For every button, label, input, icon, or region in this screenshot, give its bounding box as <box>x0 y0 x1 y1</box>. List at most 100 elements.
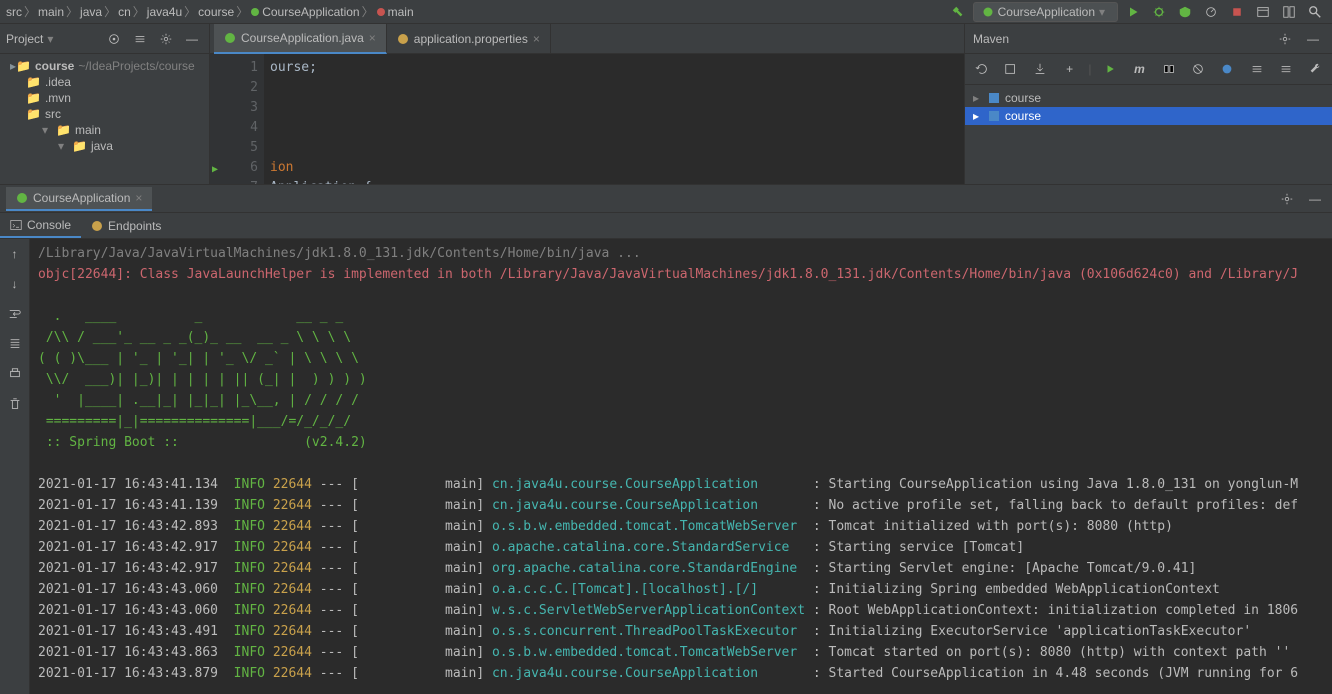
tree-node[interactable]: 📁.idea <box>0 74 209 90</box>
folder-icon: 📁 <box>26 75 41 89</box>
endpoints-tab[interactable]: Endpoints <box>81 215 171 237</box>
run-gutter: ↑ ↓ <box>0 239 30 694</box>
tree-node[interactable]: ▾📁java <box>0 138 209 154</box>
hide-icon[interactable]: — <box>181 28 203 50</box>
editor-tab-label: CourseApplication.java <box>241 31 364 45</box>
run-subtabs: Console Endpoints <box>0 213 1332 239</box>
editor-area[interactable]: 1 2 3 4 5 ▶6 ▶7 ourse; ion Application { <box>210 54 964 184</box>
breadcrumb-sep: 〉 <box>133 3 145 20</box>
collapse-all-icon[interactable] <box>1246 58 1267 80</box>
run-icon[interactable] <box>1122 1 1144 23</box>
breadcrumb-bar: src〉main〉java〉cn〉java4u〉course〉CourseApp… <box>0 0 1332 24</box>
gear-icon[interactable] <box>1276 188 1298 210</box>
maven-tree[interactable]: ▸ course ▸ course <box>965 85 1332 129</box>
tree-node[interactable]: ▾📁main <box>0 122 209 138</box>
locate-icon[interactable] <box>103 28 125 50</box>
hammer-icon[interactable] <box>947 1 969 23</box>
hide-icon[interactable]: — <box>1302 28 1324 50</box>
run-tab[interactable]: CourseApplication × <box>6 187 152 211</box>
breadcrumb-sep: 〉 <box>66 3 78 20</box>
breadcrumb: src〉main〉java〉cn〉java4u〉course〉CourseApp… <box>6 3 414 20</box>
gear-icon[interactable] <box>155 28 177 50</box>
search-icon[interactable] <box>1304 1 1326 23</box>
editor-tab-label: application.properties <box>414 32 528 46</box>
layout-icon[interactable] <box>1278 1 1300 23</box>
breadcrumb-item[interactable]: main <box>38 5 64 19</box>
editor-panel: CourseApplication.java × application.pro… <box>210 24 964 184</box>
breadcrumb-item[interactable]: src <box>6 5 22 19</box>
console-output[interactable]: /Library/Java/JavaVirtualMachines/jdk1.8… <box>30 239 1332 694</box>
editor-gutter: 1 2 3 4 5 ▶6 ▶7 <box>210 54 264 184</box>
coverage-icon[interactable] <box>1174 1 1196 23</box>
debug-icon[interactable] <box>1148 1 1170 23</box>
close-icon[interactable]: × <box>369 31 376 45</box>
maven-panel: Maven — + | m ▸ course ▸ <box>964 24 1332 184</box>
hide-icon[interactable]: — <box>1304 188 1326 210</box>
folder-icon: ▸📁 <box>10 59 31 73</box>
run-gutter-icon[interactable]: ▶ <box>212 180 218 184</box>
expand-all-icon[interactable] <box>1275 58 1296 80</box>
run-config-select[interactable]: CourseApplication ▾ <box>973 2 1118 22</box>
maven-module-icon <box>988 110 1000 122</box>
endpoints-icon <box>91 220 103 232</box>
tree-root[interactable]: ▸📁 course ~/IdeaProjects/course <box>0 58 209 74</box>
toggle-offline-icon[interactable] <box>1158 58 1179 80</box>
project-panel-title[interactable]: Project <box>6 32 43 46</box>
generate-sources-icon[interactable] <box>1000 58 1021 80</box>
show-deps-icon[interactable] <box>1217 58 1238 80</box>
editor-tabs: CourseApplication.java × application.pro… <box>210 24 964 54</box>
breadcrumb-sep: 〉 <box>24 3 36 20</box>
stop-icon[interactable] <box>1226 1 1248 23</box>
collapse-icon[interactable] <box>129 28 151 50</box>
maven-module[interactable]: ▸ course <box>965 107 1332 125</box>
spring-icon <box>16 192 28 204</box>
run-header: CourseApplication × — <box>0 185 1332 213</box>
breadcrumb-item[interactable]: cn <box>118 5 131 19</box>
chevron-down-icon: ▾ <box>58 139 68 153</box>
run-gutter-icon[interactable]: ▶ <box>212 160 218 180</box>
console-tab[interactable]: Console <box>0 214 81 238</box>
soft-wrap-icon[interactable] <box>4 303 26 325</box>
profile-icon[interactable] <box>1200 1 1222 23</box>
breadcrumb-item[interactable]: course <box>198 5 234 19</box>
code-content[interactable]: ourse; ion Application { <box>264 54 378 184</box>
close-icon[interactable]: × <box>135 191 142 205</box>
download-icon[interactable] <box>1030 58 1051 80</box>
breadcrumb-item[interactable]: java4u <box>147 5 182 19</box>
class-icon <box>250 7 260 17</box>
skip-tests-icon[interactable] <box>1187 58 1208 80</box>
editor-tab[interactable]: CourseApplication.java × <box>214 24 387 54</box>
add-icon[interactable]: + <box>1059 58 1080 80</box>
maven-module[interactable]: ▸ course <box>965 89 1332 107</box>
chevron-down-icon: ▾ <box>1099 5 1109 19</box>
tree-root-label: course <box>35 59 74 73</box>
tree-node[interactable]: 📁.mvn <box>0 90 209 106</box>
editor-tab[interactable]: application.properties × <box>387 24 551 54</box>
java-class-icon <box>224 32 236 44</box>
breadcrumb-item[interactable]: java <box>80 5 102 19</box>
breadcrumb-item[interactable]: CourseApplication <box>250 5 359 19</box>
breadcrumb-item[interactable]: main <box>376 5 414 19</box>
chevron-right-icon: ▸ <box>973 109 983 123</box>
reload-icon[interactable] <box>971 58 992 80</box>
chevron-down-icon[interactable]: ▾ <box>47 32 57 46</box>
folder-icon: 📁 <box>56 123 71 137</box>
scroll-up-icon[interactable]: ↑ <box>4 243 26 265</box>
trash-icon[interactable] <box>4 393 26 415</box>
maven-title: Maven <box>973 32 1268 46</box>
maven-module-label: course <box>1005 109 1041 123</box>
print-icon[interactable] <box>4 363 26 385</box>
project-tree[interactable]: ▸📁 course ~/IdeaProjects/course 📁.idea 📁… <box>0 54 209 158</box>
close-icon[interactable]: × <box>533 32 540 46</box>
run-maven-icon[interactable] <box>1099 58 1120 80</box>
update-icon[interactable] <box>1252 1 1274 23</box>
wrench-icon[interactable] <box>1305 58 1326 80</box>
breadcrumb-sep: 〉 <box>236 3 248 20</box>
breadcrumb-sep: 〉 <box>362 3 374 20</box>
method-icon <box>376 7 386 17</box>
maven-m-icon[interactable]: m <box>1129 58 1150 80</box>
scroll-to-end-icon[interactable] <box>4 333 26 355</box>
scroll-down-icon[interactable]: ↓ <box>4 273 26 295</box>
tree-node[interactable]: 📁src <box>0 106 209 122</box>
gear-icon[interactable] <box>1274 28 1296 50</box>
